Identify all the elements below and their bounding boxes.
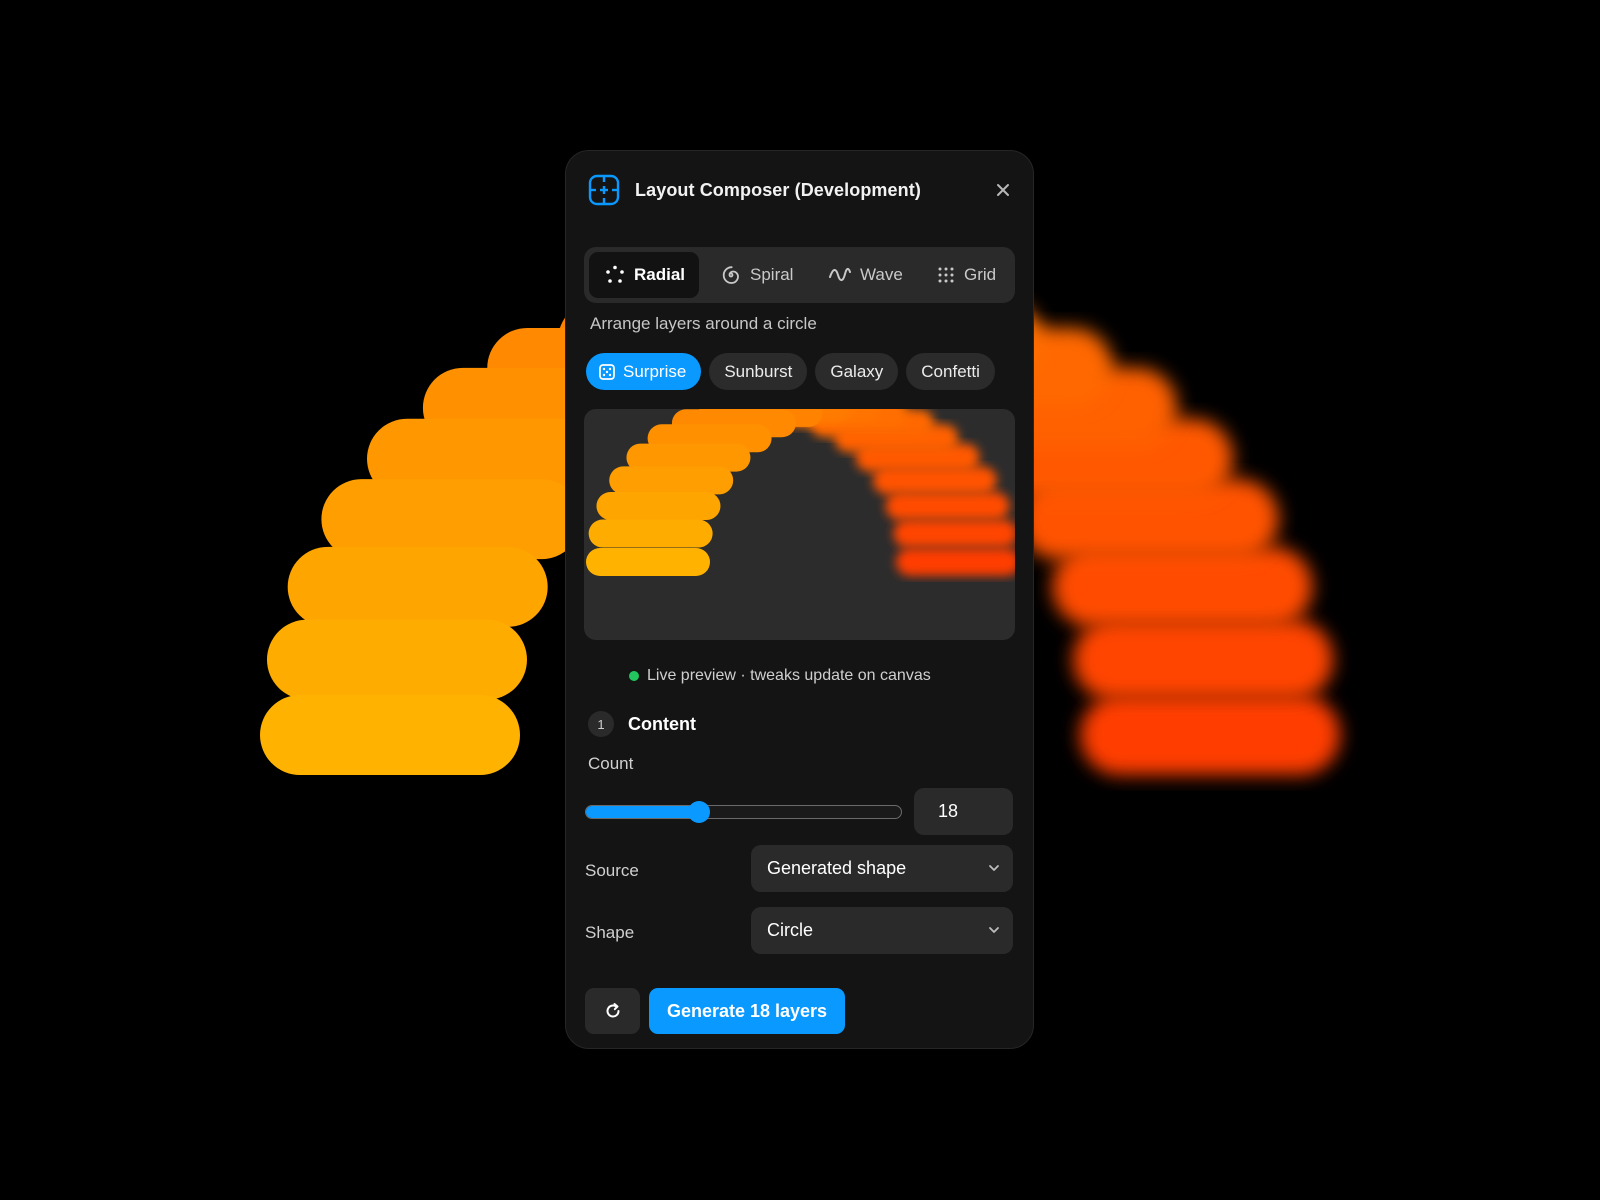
crosshair-frame-icon <box>588 174 620 206</box>
section-title: Content <box>628 713 696 734</box>
spiral-icon <box>722 266 739 284</box>
preview-area <box>584 409 1015 640</box>
preview-arch <box>586 409 1015 576</box>
arch-layer <box>586 548 710 576</box>
arch-layer <box>1073 619 1334 700</box>
arch-layer <box>588 519 713 548</box>
arch-layer <box>266 619 527 700</box>
tab-label: Spiral <box>750 265 794 284</box>
tab-radial[interactable]: Radial <box>589 252 699 298</box>
preset-label: Confetti <box>921 361 980 381</box>
refresh-icon <box>606 1003 619 1018</box>
preset-sunburst[interactable]: Sunburst <box>709 353 808 390</box>
preset-surprise[interactable]: Surprise <box>586 353 702 390</box>
preset-label: Sunburst <box>724 361 793 381</box>
arch-layer <box>896 548 1015 576</box>
tab-grid[interactable]: Grid <box>923 252 996 298</box>
wave-icon <box>829 267 851 282</box>
mode-tabs: Radial Spiral Wave Grid <box>584 247 1015 303</box>
count-input[interactable]: 18 <box>914 788 1013 835</box>
arch-layer <box>893 519 1015 548</box>
arch-layer <box>1080 695 1340 775</box>
tab-label: Radial <box>634 265 686 284</box>
title-bar: Layout Composer (Development) <box>588 173 1015 207</box>
arch-layer <box>609 466 734 495</box>
source-select[interactable]: Generated shape <box>751 845 1013 892</box>
dot-grid-icon <box>938 267 954 283</box>
arch-layer <box>287 546 548 627</box>
mode-description: Arrange layers around a circle <box>590 314 817 333</box>
preview-canvas <box>586 409 1015 576</box>
preset-label: Galaxy <box>830 361 884 381</box>
shape-select[interactable]: Circle <box>751 907 1013 954</box>
shape-label: Shape <box>585 923 635 942</box>
live-preview-status: Live preview · tweaks update on canvas <box>629 667 931 685</box>
section-number: 1 <box>588 711 614 737</box>
slider-thumb[interactable] <box>688 801 711 823</box>
arch-layer <box>885 492 1010 521</box>
close-icon <box>997 184 1009 196</box>
arch-layer <box>596 492 721 521</box>
dice-icon <box>599 363 615 380</box>
section-content-header: 1 Content <box>588 711 696 737</box>
tab-spiral[interactable]: Spiral <box>699 252 811 298</box>
preset-galaxy[interactable]: Galaxy <box>815 353 899 390</box>
preset-chips: Surprise Sunburst Galaxy Confetti <box>586 353 995 390</box>
chevron-down-icon <box>989 865 999 871</box>
tab-label: Grid <box>964 265 997 284</box>
preset-confetti[interactable]: Confetti <box>906 353 995 390</box>
arch-layer <box>260 695 520 775</box>
shape-value: Circle <box>767 920 814 940</box>
tab-label: Wave <box>860 265 903 284</box>
slider-fill <box>586 806 700 818</box>
count-label: Count <box>588 754 634 773</box>
close-button[interactable] <box>991 178 1015 202</box>
tab-wave[interactable]: Wave <box>811 252 923 298</box>
dots-radial-icon <box>606 265 624 283</box>
preset-label: Surprise <box>623 361 687 381</box>
source-value: Generated shape <box>767 858 907 878</box>
source-label: Source <box>585 861 639 880</box>
layout-composer-panel: Layout Composer (Development) Radial Spi… <box>565 150 1034 1049</box>
chevron-down-icon <box>989 927 999 933</box>
status-text: Live preview · tweaks update on canvas <box>647 667 931 684</box>
generate-layers-button[interactable]: Generate 18 layers <box>649 988 845 1034</box>
window-title: Layout Composer (Development) <box>635 179 921 200</box>
refresh-button[interactable] <box>585 988 640 1034</box>
status-dot <box>629 671 639 681</box>
count-slider[interactable] <box>585 801 902 823</box>
